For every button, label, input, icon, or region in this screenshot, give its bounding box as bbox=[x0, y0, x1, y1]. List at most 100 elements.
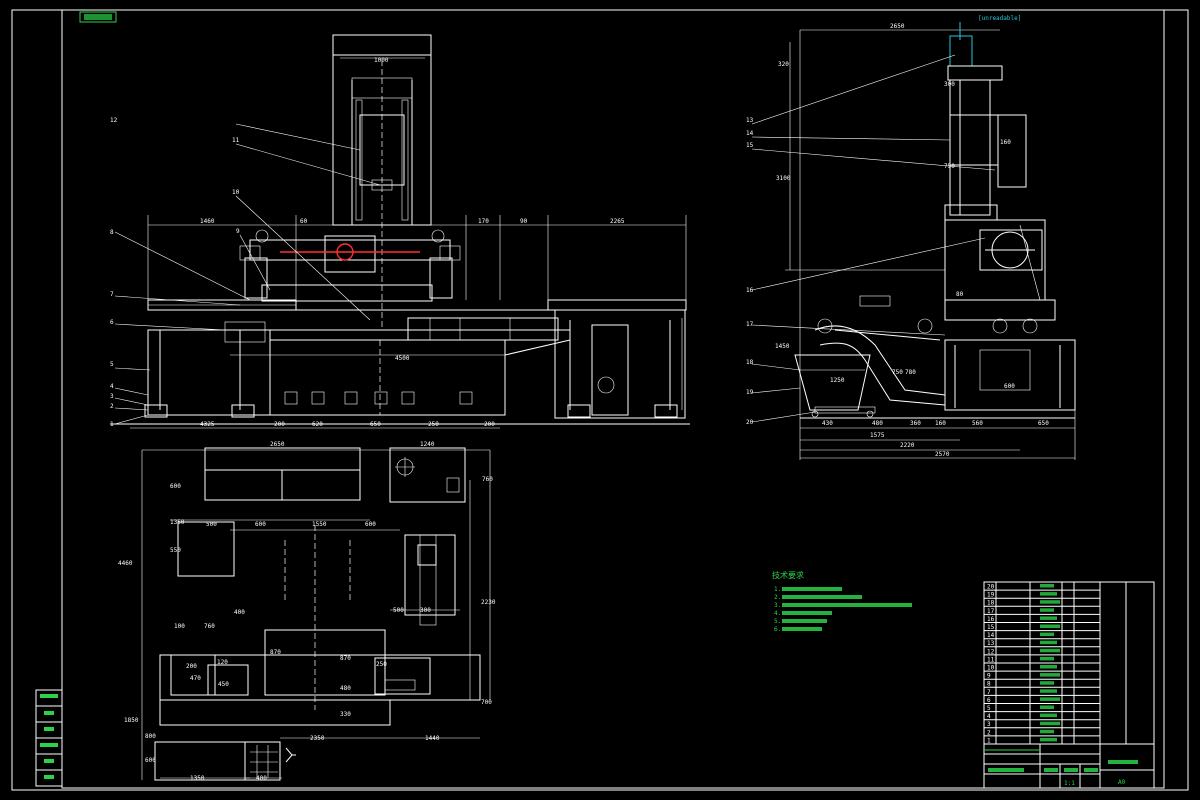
side-leader-14: 14 bbox=[746, 130, 754, 137]
bom-row-part-name bbox=[1040, 737, 1057, 742]
dim-side-top-1: 2650 bbox=[890, 23, 905, 30]
title-scale: 1:1 bbox=[1064, 780, 1075, 787]
dim-side-bottom-4: 160 bbox=[935, 420, 946, 427]
plan-dim-9: 600 bbox=[365, 521, 376, 528]
side-leader-18: 18 bbox=[746, 359, 754, 366]
plan-dim-19: 870 bbox=[340, 655, 351, 662]
plan-dim-20: 480 bbox=[340, 685, 351, 692]
bom-row-number: 13 bbox=[987, 640, 995, 647]
plan-dim-34: 600 bbox=[145, 757, 156, 764]
dim-column-width: 1000 bbox=[374, 57, 389, 64]
bom-row-part-name bbox=[1040, 656, 1054, 661]
bom-row-part-name bbox=[1040, 624, 1060, 628]
dim-front-top-5: 2265 bbox=[610, 218, 625, 225]
bom-row-number: 12 bbox=[987, 648, 995, 655]
dim-front-bottom-3: 620 bbox=[312, 421, 323, 428]
tech-notes-title: 技术要求 bbox=[772, 570, 804, 580]
plan-dim-32: 400 bbox=[256, 775, 267, 782]
leader-12: 12 bbox=[110, 117, 118, 124]
tech-notes: 技术要求 1. 2. 3. 4. 5. 6. bbox=[772, 570, 912, 633]
plan-dim-18: 870 bbox=[270, 649, 281, 656]
bom-row-part-name bbox=[1040, 592, 1057, 596]
front-view-labels: 1460 60 170 90 2265 1000 4500 4325 200 6… bbox=[110, 57, 625, 428]
plan-dim-1: 2650 bbox=[270, 441, 285, 448]
side-leader-13: 13 bbox=[746, 117, 754, 124]
side-leader-17: 17 bbox=[746, 321, 754, 328]
left-margin-strip bbox=[35, 689, 63, 787]
side-leader-19: 19 bbox=[746, 389, 754, 396]
side-leader-20: 20 bbox=[746, 419, 754, 426]
plan-view bbox=[141, 447, 491, 781]
plan-dim-7: 600 bbox=[255, 521, 266, 528]
bom-row-part-name bbox=[1040, 681, 1054, 685]
plan-dim-6: 500 bbox=[206, 521, 217, 528]
plan-dim-2: 1240 bbox=[420, 441, 435, 448]
dim-front-bottom-5: 250 bbox=[428, 421, 439, 428]
plan-dim-11: 2230 bbox=[481, 599, 496, 606]
dim-side-mid-8: 160 bbox=[1000, 139, 1011, 146]
plan-dim-4: 600 bbox=[170, 483, 181, 490]
tech-note-2: 2. bbox=[774, 594, 781, 601]
dim-side-bottom-6: 650 bbox=[1038, 420, 1049, 427]
plan-dim-23: 120 bbox=[217, 659, 228, 666]
dim-side-top-2: 320 bbox=[778, 61, 789, 68]
plan-dim-8: 1550 bbox=[312, 521, 327, 528]
dim-side-mid-1: 1450 bbox=[775, 343, 790, 350]
bom-rows: 20191817161514131211 10987654321 bbox=[984, 584, 1100, 744]
plan-dim-5: 1350 bbox=[170, 519, 185, 526]
dim-side-bottom-1: 430 bbox=[822, 420, 833, 427]
leader-7: 7 bbox=[110, 291, 114, 298]
leader-6: 6 bbox=[110, 319, 114, 326]
bom-row-number: 19 bbox=[987, 592, 995, 599]
plan-dim-24: 450 bbox=[218, 681, 229, 688]
bom-row-part-name bbox=[1040, 608, 1054, 612]
dim-side-mid-3: 750 bbox=[892, 369, 903, 376]
dim-front-bottom-4: 650 bbox=[370, 421, 381, 428]
tech-note-1: 1. bbox=[774, 586, 781, 593]
bom-row-number: 5 bbox=[987, 705, 991, 712]
bom-row-number: 3 bbox=[987, 721, 991, 728]
bom-row-number: 16 bbox=[987, 616, 995, 623]
title-sheet-no: A0 bbox=[1118, 779, 1126, 786]
leader-3: 3 bbox=[110, 393, 114, 400]
dim-side-mid-2: 1250 bbox=[830, 377, 845, 384]
bom-row-part-name bbox=[1040, 616, 1057, 620]
bom-row-part-name bbox=[1040, 600, 1060, 604]
bom-row-part-name bbox=[1040, 689, 1057, 693]
outer-border bbox=[11, 9, 1189, 791]
front-view bbox=[110, 34, 690, 429]
dim-side-mid-7: 750 bbox=[944, 163, 955, 170]
side-view-labels: [unreadable] 2650 320 300 3100 1450 1250… bbox=[746, 15, 1049, 458]
plan-dim-12: 400 bbox=[234, 609, 245, 616]
tech-note-6: 6. bbox=[774, 626, 781, 633]
bom-row-number: 6 bbox=[987, 697, 991, 704]
tech-note-5: 5. bbox=[774, 618, 781, 625]
bom-row-number: 18 bbox=[987, 600, 995, 607]
corner-stamp-fill bbox=[84, 14, 112, 20]
bom-row-number: 4 bbox=[987, 713, 991, 720]
plan-dim-17: 550 bbox=[170, 547, 181, 554]
plan-dim-14: 300 bbox=[420, 607, 431, 614]
leader-8: 8 bbox=[110, 229, 114, 236]
dim-front-mid: 4500 bbox=[395, 355, 410, 362]
bom-row-number: 7 bbox=[987, 689, 991, 696]
dim-side-top-3: 300 bbox=[944, 81, 955, 88]
plan-dim-22: 470 bbox=[190, 675, 201, 682]
side-leader-15: 15 bbox=[746, 142, 754, 149]
plan-dim-21: 200 bbox=[186, 663, 197, 670]
tech-note-4: 4. bbox=[774, 610, 781, 617]
dim-front-bottom-6: 200 bbox=[484, 421, 495, 428]
leader-4: 4 bbox=[110, 383, 114, 390]
dim-side-bottom-2: 480 bbox=[872, 420, 883, 427]
dim-side-bottom-5: 560 bbox=[972, 420, 983, 427]
side-leader-16: 16 bbox=[746, 287, 754, 294]
side-view bbox=[751, 22, 1076, 460]
dim-side-bottom-8: 2220 bbox=[900, 442, 915, 449]
dim-front-top-1: 1460 bbox=[200, 218, 215, 225]
plan-dim-28: 1440 bbox=[425, 735, 440, 742]
plan-dim-10: 4460 bbox=[118, 560, 133, 567]
dim-front-top-3: 170 bbox=[478, 218, 489, 225]
leader-10: 10 bbox=[232, 189, 240, 196]
leader-11: 11 bbox=[232, 137, 240, 144]
dim-side-bottom-7: 1575 bbox=[870, 432, 885, 439]
